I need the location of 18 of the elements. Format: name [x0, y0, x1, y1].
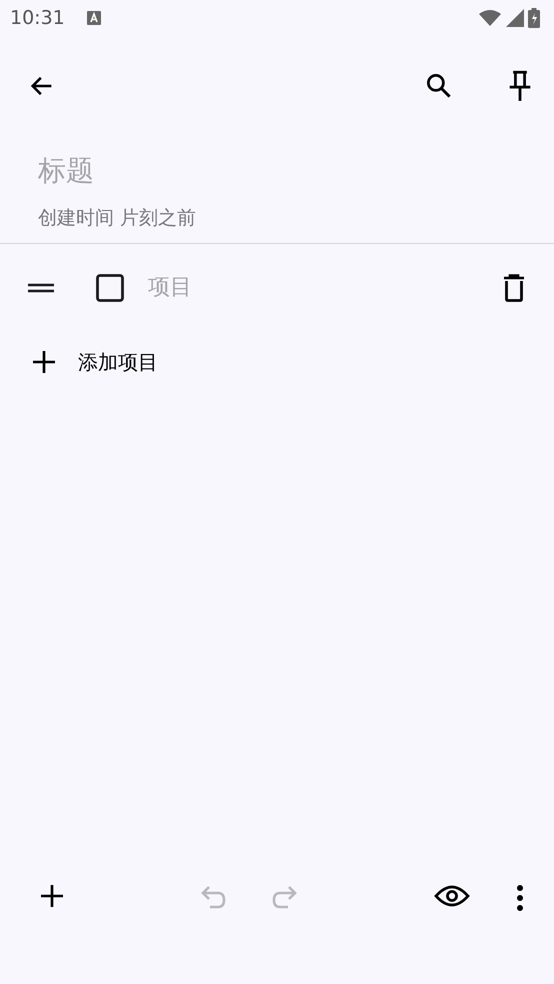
creation-time: 创建时间 片刻之前: [38, 206, 198, 231]
wifi-icon: [478, 9, 502, 27]
redo-icon: [270, 884, 298, 910]
trash-icon: [502, 274, 526, 302]
plus-icon: [32, 350, 56, 374]
notification-icon: [86, 11, 101, 25]
add-item-button[interactable]: 添加项目: [0, 332, 554, 392]
item-field[interactable]: 项目: [148, 271, 496, 304]
plus-icon: [40, 884, 64, 908]
eye-icon: [434, 884, 470, 908]
checkbox[interactable]: [96, 274, 124, 302]
battery-icon: [528, 8, 540, 28]
title-field[interactable]: 标题: [38, 150, 338, 192]
undo-icon: [200, 884, 228, 910]
drag-handle-icon: [28, 282, 54, 294]
more-icon: [516, 884, 524, 912]
clock-time: 10:31: [10, 6, 65, 31]
signal-icon: [506, 9, 524, 27]
